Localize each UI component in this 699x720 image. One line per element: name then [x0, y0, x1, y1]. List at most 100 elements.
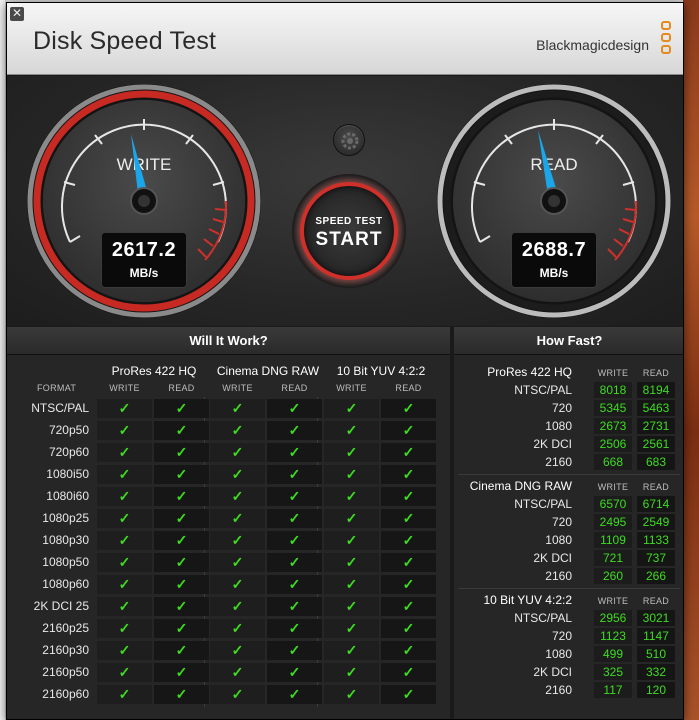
table-row: 2K DCI 325 332: [454, 663, 683, 681]
read-column-header: READ: [642, 482, 670, 492]
check-icon: ✓: [97, 443, 152, 462]
how-fast-section: ProRes 422 HQ WRITE READ NTSC/PAL 8018 8194 72…: [454, 363, 683, 471]
format-label: 720: [551, 515, 572, 529]
format-label: 2160p50: [42, 665, 89, 679]
check-icon: ✓: [381, 619, 436, 638]
check-icon: ✓: [154, 509, 209, 528]
check-icon: ✓: [381, 443, 436, 462]
check-icon: ✓: [324, 443, 379, 462]
check-icon: ✓: [267, 553, 322, 572]
table-row: NTSC/PAL ✓ ✓ ✓ ✓ ✓ ✓: [7, 397, 450, 419]
check-icon: ✓: [97, 619, 152, 638]
section-divider: [458, 588, 680, 589]
check-icon: ✓: [267, 487, 322, 506]
check-icon: ✓: [324, 531, 379, 550]
check-icon: ✓: [324, 421, 379, 440]
table-row: 2K DCI 25 ✓ ✓ ✓ ✓ ✓ ✓: [7, 595, 450, 617]
table-row: 1080p60 ✓ ✓ ✓ ✓ ✓ ✓: [7, 573, 450, 595]
format-label: 2160: [545, 569, 572, 583]
check-icon: ✓: [267, 641, 322, 660]
read-speed-fps: 266: [637, 568, 675, 584]
table-row: 1080 2673 2731: [454, 417, 683, 435]
write-speed-fps: 8018: [594, 382, 632, 398]
check-icon: ✓: [381, 465, 436, 484]
check-icon: ✓: [210, 487, 265, 506]
write-speed-unit: MB/s: [129, 266, 159, 280]
close-icon[interactable]: ✕: [10, 7, 24, 21]
check-icon: ✓: [381, 553, 436, 572]
format-label: 2K DCI 25: [33, 599, 89, 613]
desktop-background: [683, 0, 699, 720]
write-speed-fps: 117: [594, 682, 632, 698]
settings-button[interactable]: [333, 124, 365, 156]
check-icon: ✓: [381, 597, 436, 616]
group-cinema-dng: Cinema DNG RAW: [216, 364, 320, 378]
gear-icon: [341, 132, 359, 150]
format-label: NTSC/PAL: [514, 383, 572, 397]
how-fast-section: 10 Bit YUV 4:2:2 WRITE READ NTSC/PAL 2956 302…: [454, 591, 683, 699]
write-speed-fps: 668: [594, 454, 632, 470]
check-icon: ✓: [97, 663, 152, 682]
table-row: NTSC/PAL 8018 8194: [454, 381, 683, 399]
format-label: 720p50: [48, 423, 89, 437]
format-label: 1080i60: [46, 489, 89, 503]
format-label: 2160p60: [42, 687, 89, 701]
read-speed-fps: 1147: [637, 628, 675, 644]
read-speed-fps: 6714: [637, 496, 675, 512]
check-icon: ✓: [267, 465, 322, 484]
table-row: NTSC/PAL 2956 3021: [454, 609, 683, 627]
read-speed-fps: 120: [637, 682, 675, 698]
format-label: 720p60: [48, 445, 89, 459]
write-speed-fps: 1109: [594, 532, 632, 548]
check-icon: ✓: [267, 443, 322, 462]
write-gauge: WRITE 2617.2 MB/s: [25, 82, 263, 320]
check-icon: ✓: [154, 465, 209, 484]
check-icon: ✓: [154, 641, 209, 660]
format-label: 2160p30: [42, 643, 89, 657]
check-icon: ✓: [381, 685, 436, 704]
start-button-small-label: SPEED TEST: [315, 216, 383, 227]
format-label: 720: [551, 629, 572, 643]
check-icon: ✓: [154, 443, 209, 462]
check-icon: ✓: [97, 685, 152, 704]
title-bar[interactable]: ✕ Disk Speed Test Blackmagicdesign: [7, 3, 683, 75]
format-label: NTSC/PAL: [31, 401, 89, 415]
gauge-area: WRITE 2617.2 MB/s SPEED TEST START READ …: [7, 76, 683, 326]
check-icon: ✓: [267, 619, 322, 638]
section-header: ProRes 422 HQ WRITE READ: [454, 363, 683, 381]
read-column-header: READ: [395, 383, 422, 393]
write-gauge-label: WRITE: [117, 155, 172, 174]
check-icon: ✓: [324, 641, 379, 660]
table-row: 1080p50 ✓ ✓ ✓ ✓ ✓ ✓: [7, 551, 450, 573]
read-speed-fps: 683: [637, 454, 675, 470]
start-button-face[interactable]: SPEED TEST START: [300, 182, 398, 280]
write-column-header: WRITE: [336, 383, 367, 393]
check-icon: ✓: [97, 531, 152, 550]
check-icon: ✓: [381, 509, 436, 528]
check-icon: ✓: [97, 399, 152, 418]
write-speed-fps: 499: [594, 646, 632, 662]
write-speed-fps: 260: [594, 568, 632, 584]
check-icon: ✓: [267, 597, 322, 616]
read-speed-fps: 332: [637, 664, 675, 680]
check-icon: ✓: [154, 553, 209, 572]
section-title: Cinema DNG RAW: [469, 479, 572, 493]
write-speed-value: 2617.2: [111, 239, 177, 261]
check-icon: ✓: [267, 575, 322, 594]
check-icon: ✓: [267, 421, 322, 440]
write-column-header: WRITE: [597, 482, 629, 492]
table-row: 1080p30 ✓ ✓ ✓ ✓ ✓ ✓: [7, 529, 450, 551]
check-icon: ✓: [154, 487, 209, 506]
write-speed-fps: 2495: [594, 514, 632, 530]
check-icon: ✓: [324, 465, 379, 484]
table-row: 2160 260 266: [454, 567, 683, 585]
check-icon: ✓: [210, 685, 265, 704]
check-icon: ✓: [324, 575, 379, 594]
table-row: 720p50 ✓ ✓ ✓ ✓ ✓ ✓: [7, 419, 450, 441]
check-icon: ✓: [267, 685, 322, 704]
format-label: 2K DCI: [533, 551, 572, 565]
table-row: 720 1123 1147: [454, 627, 683, 645]
group-10bit-yuv: 10 Bit YUV 4:2:2: [336, 364, 426, 378]
check-icon: ✓: [210, 597, 265, 616]
start-button[interactable]: SPEED TEST START: [292, 174, 406, 288]
